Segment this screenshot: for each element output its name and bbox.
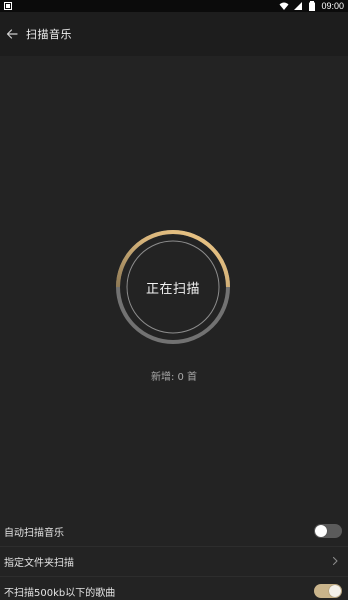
settings-list: 自动扫描音乐 指定文件夹扫描 不扫描500kb以下的歌曲 (0, 517, 348, 600)
battery-icon (309, 1, 316, 11)
scan-area: 正在扫描 新增: 0 首 (0, 56, 348, 516)
page-title: 扫描音乐 (26, 28, 72, 41)
wifi-icon (279, 2, 289, 10)
scan-music-screen: 09:00 扫描音乐 正在扫描 新增: 0 首 自动扫描音乐 指定文件夹扫描 不… (0, 0, 348, 600)
folder-scan-label: 指定文件夹扫描 (4, 558, 74, 569)
skip-small-songs-row[interactable]: 不扫描500kb以下的歌曲 (0, 577, 348, 600)
signal-icon (294, 2, 303, 10)
auto-scan-row[interactable]: 自动扫描音乐 (0, 517, 348, 547)
header-bar: 扫描音乐 (0, 12, 348, 56)
new-song-count: 新增: 0 首 (150, 372, 198, 383)
scan-progress-ring: 正在扫描 (114, 228, 232, 346)
arrow-left-icon (6, 29, 18, 39)
auto-scan-toggle[interactable] (314, 524, 342, 538)
scan-status-label: 正在扫描 (145, 281, 200, 297)
status-icons: 09:00 (279, 0, 344, 12)
status-bar: 09:00 (0, 0, 348, 12)
skip-small-songs-label: 不扫描500kb以下的歌曲 (4, 588, 116, 599)
app-notification-icon (4, 2, 12, 10)
status-time: 09:00 (321, 1, 344, 11)
toggle-knob (315, 525, 327, 537)
folder-scan-row[interactable]: 指定文件夹扫描 (0, 547, 348, 577)
chevron-right-icon (332, 556, 338, 566)
toggle-knob (329, 585, 341, 597)
back-button[interactable] (0, 22, 24, 46)
auto-scan-label: 自动扫描音乐 (4, 528, 64, 539)
skip-small-songs-toggle[interactable] (314, 584, 342, 598)
